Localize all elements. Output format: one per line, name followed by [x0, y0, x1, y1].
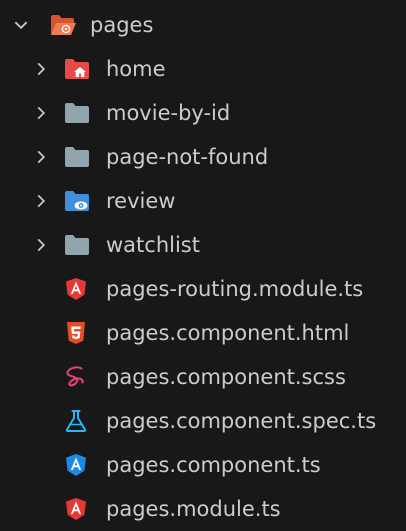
chevron-down-icon[interactable] [12, 16, 30, 34]
tree-folder-movie-by-id[interactable]: movie-by-id [0, 91, 406, 135]
chevron-right-icon[interactable] [32, 236, 50, 254]
chevron-right-icon[interactable] [32, 148, 50, 166]
test-flask-icon [65, 410, 87, 432]
tree-folder-label: review [106, 189, 176, 213]
tree-folder-label: home [106, 57, 166, 81]
tree-folder-label: movie-by-id [106, 101, 231, 125]
tree-folder-review[interactable]: review [0, 179, 406, 223]
folder-src-open-icon [51, 15, 76, 35]
chevron-right-icon[interactable] [32, 60, 50, 78]
tree-file-pages-component-spec[interactable]: pages.component.spec.ts [0, 399, 406, 443]
folder-home-icon [65, 59, 89, 79]
chevron-right-icon[interactable] [32, 104, 50, 122]
folder-icon [65, 147, 89, 167]
angular-module-icon [66, 498, 86, 520]
tree-folder-home[interactable]: home [0, 47, 406, 91]
folder-icon [65, 103, 89, 123]
tree-file-pages-component-scss[interactable]: pages.component.scss [0, 355, 406, 399]
tree-file-label: pages.component.ts [106, 453, 321, 477]
tree-file-label: pages.component.html [106, 321, 350, 345]
tree-file-label: pages.component.spec.ts [106, 409, 377, 433]
tree-file-pages-module[interactable]: pages.module.ts [0, 487, 406, 531]
tree-folder-page-not-found[interactable]: page-not-found [0, 135, 406, 179]
tree-folder-pages[interactable]: pages [0, 3, 406, 47]
tree-file-pages-routing-module[interactable]: pages-routing.module.ts [0, 267, 406, 311]
file-explorer-tree: pages home movie-by-id page-not-found re… [0, 0, 406, 531]
sass-icon [66, 366, 84, 387]
tree-file-label: pages.module.ts [106, 497, 281, 521]
tree-folder-label: watchlist [106, 233, 200, 257]
tree-folder-watchlist[interactable]: watchlist [0, 223, 406, 267]
tree-folder-label: pages [90, 13, 154, 37]
folder-icon [65, 235, 89, 255]
folder-review-icon [65, 191, 89, 211]
tree-file-pages-component-ts[interactable]: pages.component.ts [0, 443, 406, 487]
chevron-right-icon[interactable] [32, 192, 50, 210]
tree-file-pages-component-html[interactable]: pages.component.html [0, 311, 406, 355]
tree-folder-label: page-not-found [106, 145, 269, 169]
angular-routing-icon [66, 278, 86, 300]
html5-icon [67, 322, 85, 344]
tree-file-label: pages-routing.module.ts [106, 277, 364, 301]
tree-file-label: pages.component.scss [106, 365, 346, 389]
angular-component-icon [66, 454, 86, 476]
